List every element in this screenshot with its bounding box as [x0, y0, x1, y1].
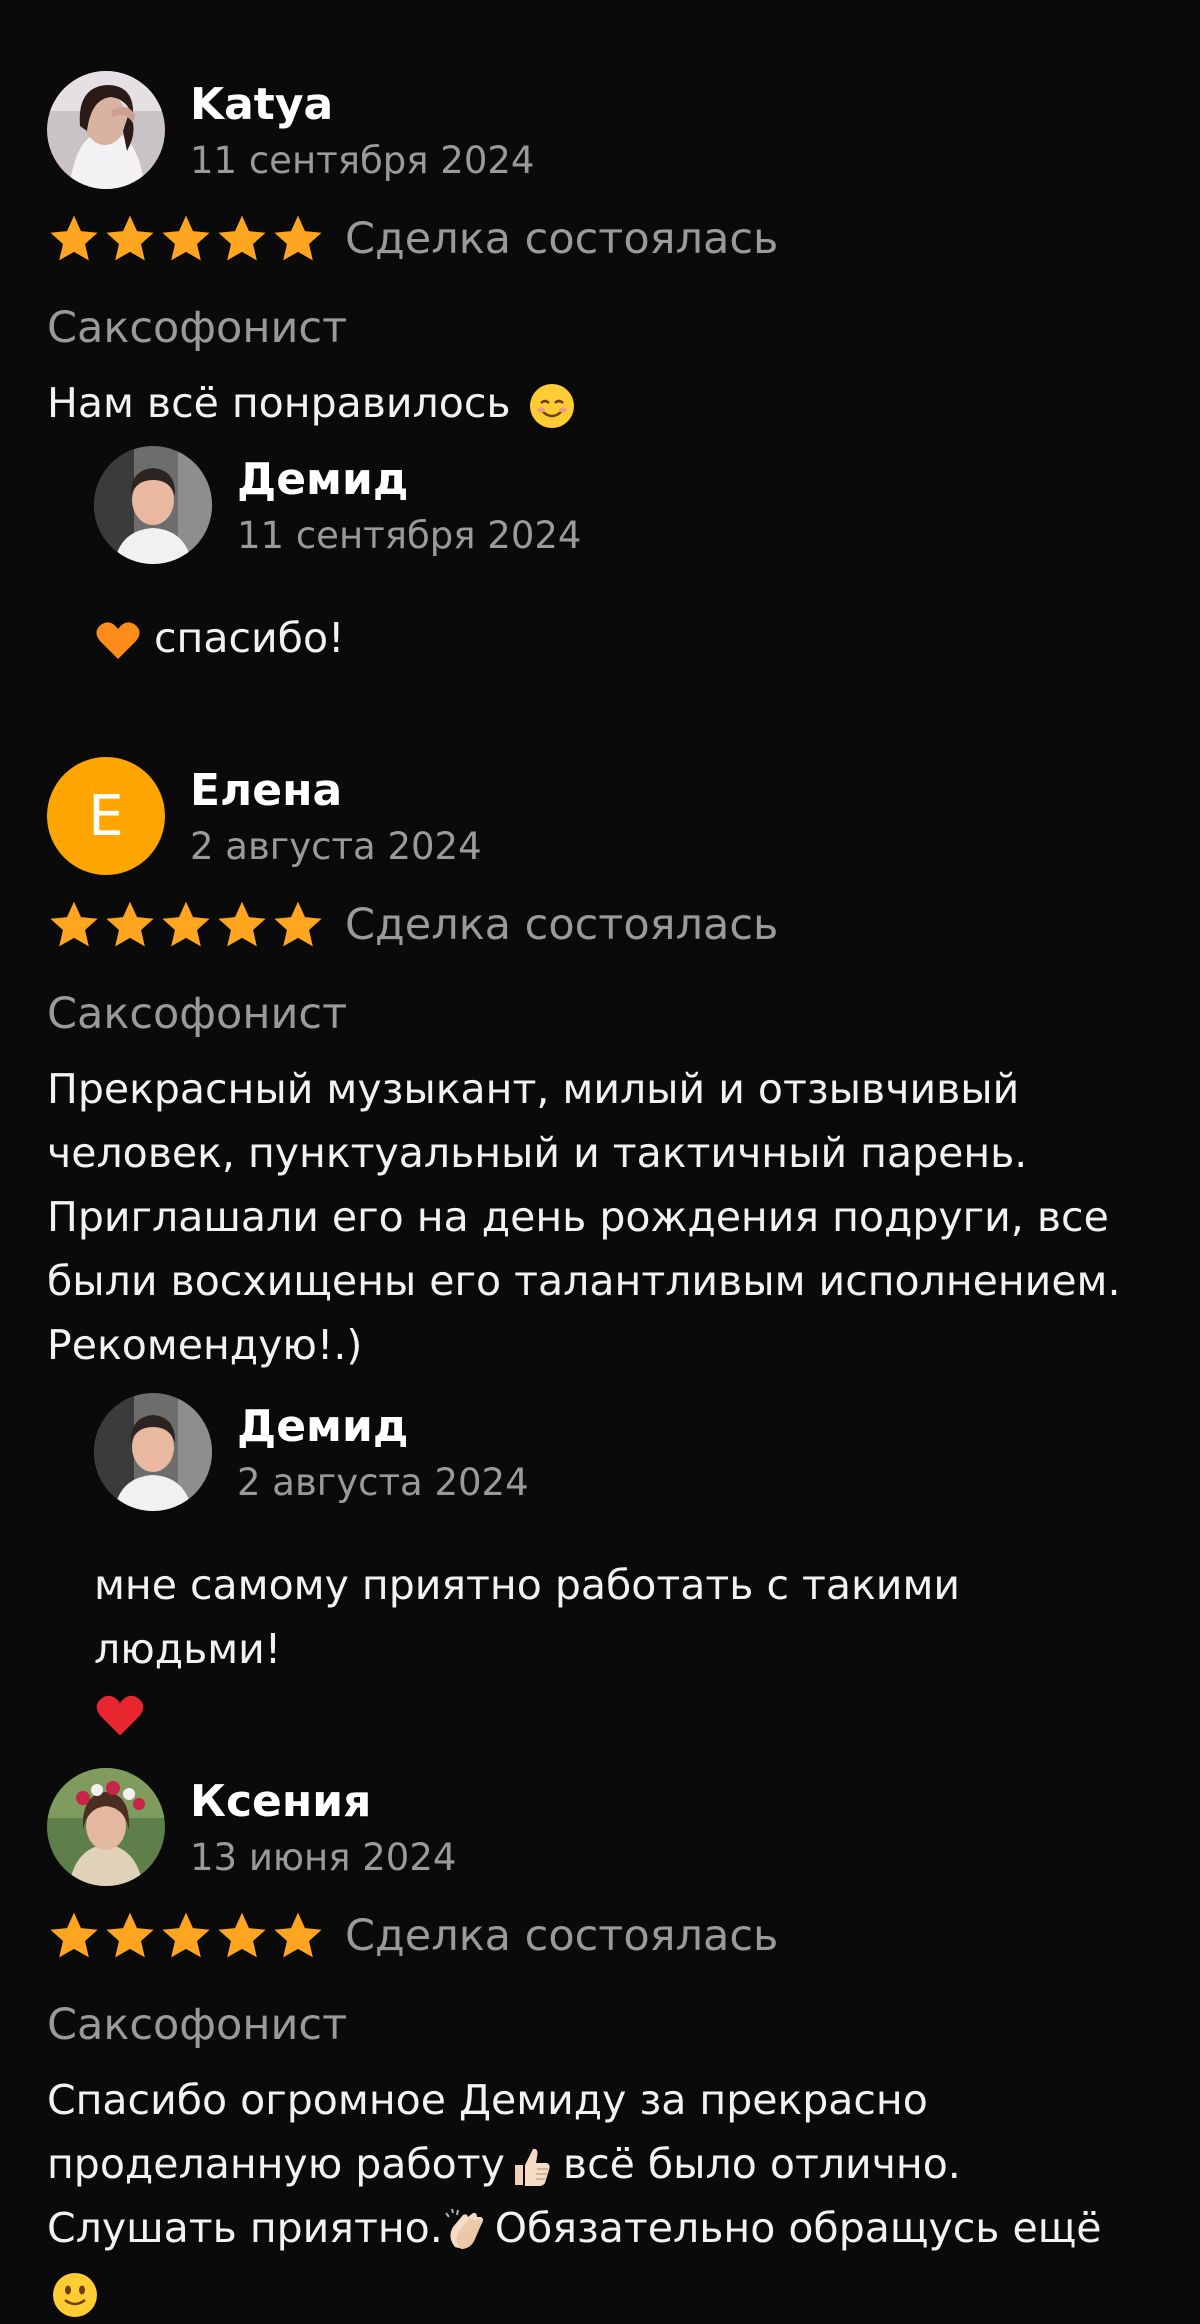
- reviews-list: Katya 11 сентября 2024 Сделка состоялась…: [0, 0, 1200, 2317]
- thumbs-up-icon: [514, 2148, 550, 2186]
- star-icon: [159, 1909, 213, 1963]
- review-date: 2 августа 2024: [190, 825, 482, 868]
- owner-reply: Демид 2 августа 2024 мне самому приятно …: [94, 1393, 1157, 1736]
- star-icon: [215, 212, 269, 266]
- star-icon: [271, 1909, 325, 1963]
- review-text: Нам всё понравилось: [47, 371, 1157, 435]
- star-icon: [215, 898, 269, 952]
- red-heart-icon: [96, 1695, 144, 1736]
- review-card: Е Елена 2 августа 2024 Сделка состоялась…: [47, 757, 1157, 1736]
- star-icon: [159, 212, 213, 266]
- rating-row: Сделка состоялась: [47, 209, 778, 269]
- rating-stars: [47, 898, 325, 952]
- avatar[interactable]: [94, 446, 212, 564]
- star-icon: [47, 1909, 101, 1963]
- reply-text-content: спасибо!: [154, 614, 345, 662]
- reply-header: Демид 11 сентября 2024: [94, 446, 1157, 564]
- reply-author: Демид: [237, 454, 409, 505]
- orange-heart-icon: [96, 622, 140, 659]
- reply-text-content: мне самому приятно работать с такими люд…: [94, 1561, 961, 1673]
- review-header: Katya 11 сентября 2024: [47, 71, 1157, 189]
- review-card: Ксения 13 июня 2024 Сделка состоялась Са…: [47, 1768, 1157, 2317]
- star-icon: [103, 1909, 157, 1963]
- review-author: Katya: [190, 79, 334, 130]
- star-icon: [271, 212, 325, 266]
- review-header: Е Елена 2 августа 2024: [47, 757, 1157, 875]
- slightly-smiling-face-icon: [53, 2273, 97, 2317]
- rating-row: Сделка состоялась: [47, 895, 778, 955]
- owner-reply: Демид 11 сентября 2024 спасибо!: [94, 446, 1157, 662]
- reply-text: мне самому приятно работать с такими люд…: [94, 1553, 1157, 1745]
- star-icon: [215, 1909, 269, 1963]
- star-icon: [103, 898, 157, 952]
- rating-stars: [47, 212, 325, 266]
- deal-status: Сделка состоялась: [345, 900, 779, 950]
- rating-row: Сделка состоялась: [47, 1906, 778, 1966]
- review-card: Katya 11 сентября 2024 Сделка состоялась…: [47, 71, 1157, 662]
- avatar[interactable]: [94, 1393, 212, 1511]
- review-date: 13 июня 2024: [190, 1836, 457, 1879]
- review-author: Ксения: [190, 1776, 372, 1827]
- star-icon: [103, 212, 157, 266]
- service-category: Саксофонист: [47, 303, 348, 353]
- avatar[interactable]: Е: [47, 757, 165, 875]
- reply-text: спасибо!: [94, 606, 1157, 670]
- deal-status: Сделка состоялась: [345, 1911, 779, 1961]
- review-author: Елена: [190, 765, 343, 816]
- rating-stars: [47, 1909, 325, 1963]
- smiling-face-icon: [529, 384, 574, 428]
- reply-date: 2 августа 2024: [237, 1461, 529, 1504]
- avatar[interactable]: [47, 71, 165, 189]
- star-icon: [271, 898, 325, 952]
- clapping-hands-icon: [444, 2208, 483, 2249]
- deal-status: Сделка состоялась: [345, 214, 779, 264]
- review-text-content: Нам всё понравилось: [47, 379, 511, 427]
- service-category: Саксофонист: [47, 2000, 348, 2050]
- review-date: 11 сентября 2024: [190, 139, 535, 182]
- reply-header: Демид 2 августа 2024: [94, 1393, 1157, 1511]
- avatar-letter: Е: [88, 783, 124, 849]
- reply-date: 11 сентября 2024: [237, 514, 582, 557]
- star-icon: [159, 898, 213, 952]
- star-icon: [47, 898, 101, 952]
- review-text: Спасибо огромное Демиду за прекрасно про…: [47, 2068, 1157, 2324]
- avatar[interactable]: [47, 1768, 165, 1886]
- service-category: Саксофонист: [47, 989, 348, 1039]
- reply-author: Демид: [237, 1401, 409, 1452]
- review-header: Ксения 13 июня 2024: [47, 1768, 1157, 1886]
- review-text: Прекрасный музыкант, милый и отзывчивый …: [47, 1065, 1121, 1369]
- star-icon: [47, 212, 101, 266]
- review-text-part: Обязательно обращусь ещё: [494, 2204, 1102, 2252]
